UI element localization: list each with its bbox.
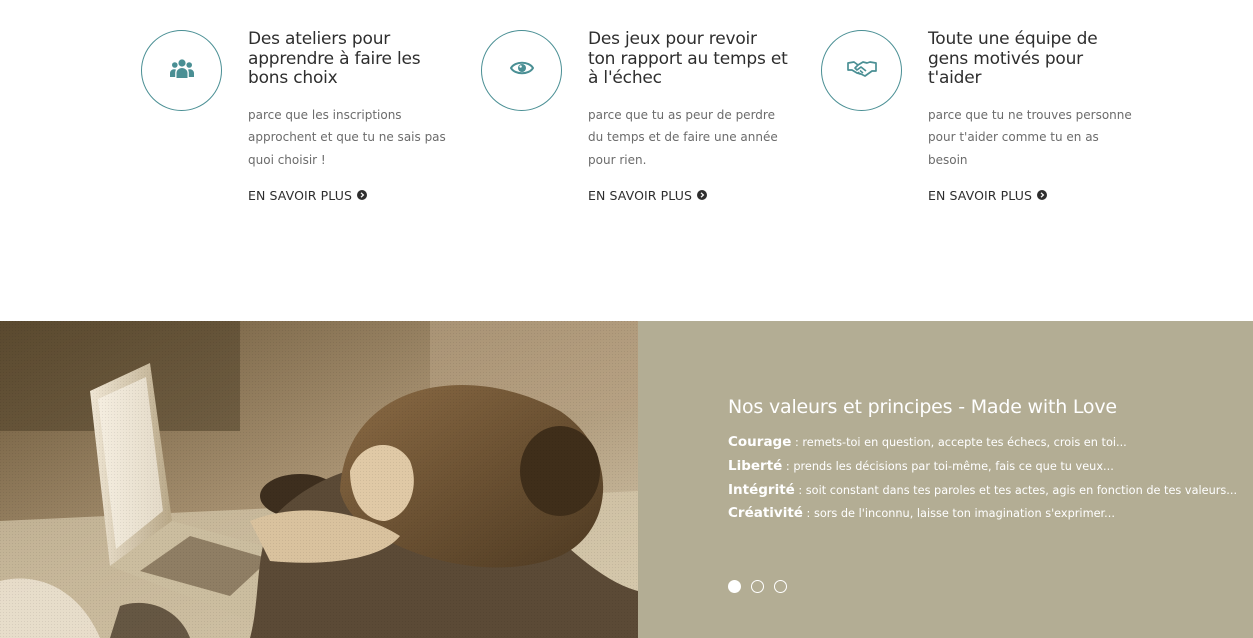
student-resting-photo bbox=[0, 321, 638, 638]
value-item: Créativité : sors de l'inconnu, laisse t… bbox=[728, 502, 1228, 526]
learn-more-link[interactable]: EN SAVOIR PLUS bbox=[248, 187, 368, 203]
value-text: : remets-toi en question, accepte tes éc… bbox=[791, 436, 1127, 449]
handshake-icon bbox=[846, 59, 877, 82]
value-text: : soit constant dans tes paroles et tes … bbox=[794, 483, 1238, 497]
feature-icon-circle bbox=[481, 30, 562, 111]
feature-title: Toute une équipe de gens motivés pour t'… bbox=[928, 29, 1098, 88]
value-item: Intégrité : soit constant dans tes parol… bbox=[728, 479, 1237, 503]
values-panel: Nos valeurs et principes - Made with Lov… bbox=[638, 321, 1253, 638]
learn-more-link[interactable]: EN SAVOIR PLUS bbox=[588, 187, 708, 203]
eye-icon bbox=[509, 60, 534, 81]
value-text: : prends les décisions par toi-même, fai… bbox=[782, 459, 1114, 473]
carousel-pagination bbox=[728, 580, 787, 593]
carousel-dot-2[interactable] bbox=[751, 580, 764, 593]
values-title: Nos valeurs et principes - Made with Lov… bbox=[728, 396, 1117, 418]
feature-title: Des jeux pour revoir ton rapport au temp… bbox=[588, 29, 788, 88]
chevron-right-circle-icon bbox=[1037, 190, 1048, 201]
value-text: : sors de l'inconnu, laisse ton imaginat… bbox=[802, 507, 1115, 521]
values-list: Courage : remets-toi en question, accept… bbox=[728, 431, 1237, 526]
feature-description: parce que tu as peur de perdre du temps … bbox=[588, 107, 778, 167]
value-name: Liberté bbox=[728, 457, 783, 474]
value-item: Liberté : prends les décisions par toi-m… bbox=[728, 455, 1228, 479]
features-section: Des ateliers pour apprendre à faire les … bbox=[0, 0, 1253, 321]
feature-icon-circle bbox=[821, 30, 902, 111]
values-section: Nos valeurs et principes - Made with Lov… bbox=[0, 321, 1253, 638]
value-name: Intégrité bbox=[728, 481, 795, 498]
feature-icon-circle bbox=[141, 30, 222, 111]
chevron-right-circle-icon bbox=[357, 190, 368, 201]
value-name: Créativité bbox=[728, 505, 803, 522]
chevron-right-circle-icon bbox=[697, 190, 708, 201]
value-item: Courage : remets-toi en question, accept… bbox=[728, 431, 1228, 455]
feature-description: parce que tu ne trouves personne pour t'… bbox=[928, 107, 1132, 167]
users-icon bbox=[169, 57, 194, 84]
learn-more-label: EN SAVOIR PLUS bbox=[928, 187, 1033, 203]
learn-more-link[interactable]: EN SAVOIR PLUS bbox=[928, 187, 1048, 203]
value-name: Courage bbox=[728, 434, 792, 450]
learn-more-label: EN SAVOIR PLUS bbox=[248, 187, 353, 203]
learn-more-label: EN SAVOIR PLUS bbox=[588, 187, 693, 203]
carousel-dot-1[interactable] bbox=[728, 580, 741, 593]
feature-title: Des ateliers pour apprendre à faire les … bbox=[248, 29, 421, 88]
feature-description: parce que les inscriptions approchent et… bbox=[248, 107, 446, 167]
carousel-dot-3[interactable] bbox=[774, 580, 787, 593]
